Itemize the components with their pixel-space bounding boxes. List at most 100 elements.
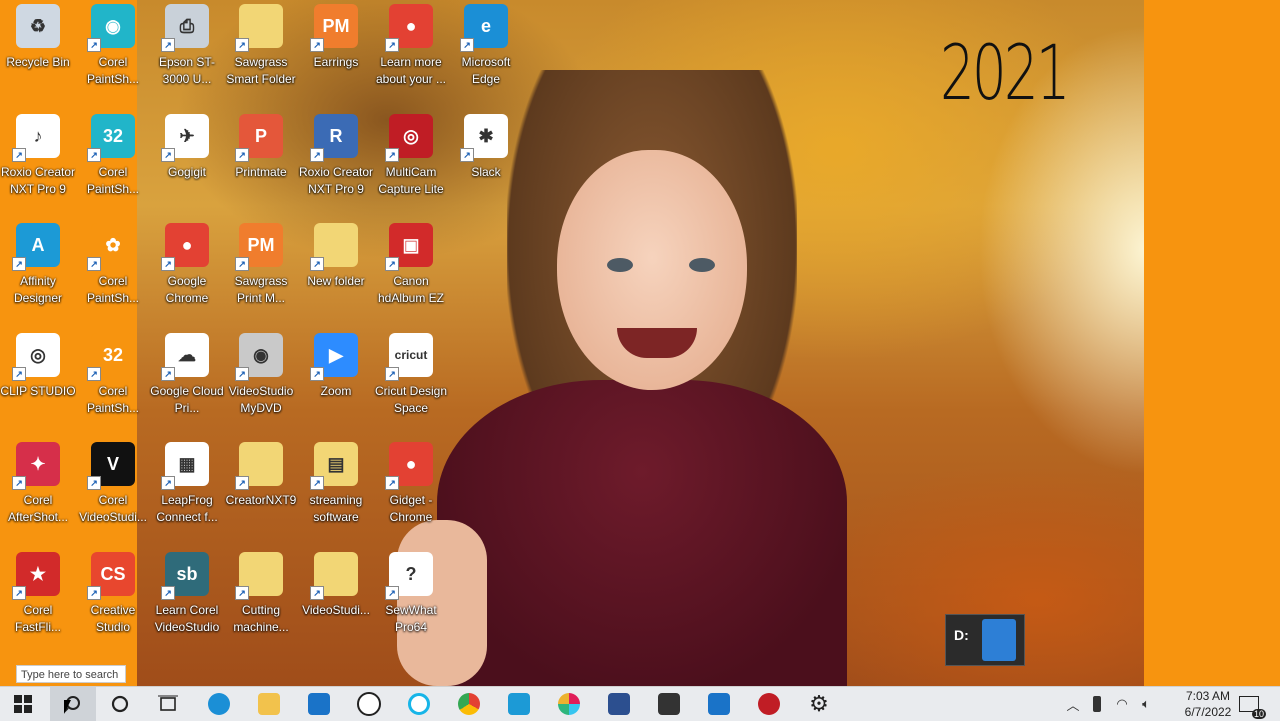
corel-paintshop-4-glyph: 32	[102, 344, 124, 365]
desktop-icon-gidget-chrome[interactable]: ● ↗ Gidget - Chrome	[373, 438, 449, 526]
desktop-icon-earrings[interactable]: PM ↗ Earrings	[298, 0, 374, 71]
taskbar-clapper[interactable]	[646, 687, 692, 721]
desktop-icon-sewwhat[interactable]: ? ↗ SewWhat Pro64	[373, 548, 449, 636]
desktop-icon-cutting-machine[interactable]: ↗ Cutting machine...	[223, 548, 299, 636]
desktop-icon-label: Recycle Bin	[6, 55, 70, 69]
shortcut-arrow-icon: ↗	[87, 586, 101, 600]
tray-usb[interactable]	[1086, 687, 1108, 721]
corel-fastflick-icon: ★ ↗	[12, 552, 60, 600]
desktop-icon-leapfrog[interactable]: ▦ ↗ LeapFrog Connect f...	[149, 438, 225, 526]
google-chrome-icon: ● ↗	[161, 223, 209, 271]
shortcut-arrow-icon: ↗	[460, 148, 474, 162]
desktop-icon-videostudio-mydvd[interactable]: ◉ ↗ VideoStudio MyDVD	[223, 329, 299, 417]
desktop-icon-label: Gidget - Chrome	[389, 493, 433, 524]
taskbar-affinity[interactable]	[496, 687, 542, 721]
desktop-icon-videostudio-folder[interactable]: ↗ VideoStudi...	[298, 548, 374, 619]
shortcut-arrow-icon: ↗	[385, 367, 399, 381]
desktop-icon-affinity-designer[interactable]: A ↗ Affinity Designer	[0, 219, 76, 307]
desktop-icon-streaming-software[interactable]: ▤ ↗ streaming software	[298, 438, 374, 526]
desktop-icon-multicam[interactable]: ◎ ↗ MultiCam Capture Lite	[373, 110, 449, 198]
corel-aftershot-icon: ✦ ↗	[12, 442, 60, 490]
desktop-icon-corel-paintshop-3[interactable]: ✿ ↗ Corel PaintSh...	[75, 219, 151, 307]
desktop-icon-corel-paintshop-1[interactable]: ◉ ↗ Corel PaintSh...	[75, 0, 151, 88]
google-cloud-print-icon: ☁ ↗	[161, 333, 209, 381]
desktop-icon-corel-aftershot[interactable]: ✦ ↗ Corel AfterShot...	[0, 438, 76, 526]
desktop-icon-corel-videostudio[interactable]: V ↗ Corel VideoStudi...	[75, 438, 151, 526]
cortana-button[interactable]	[97, 687, 143, 721]
shortcut-arrow-icon: ↗	[310, 476, 324, 490]
streaming-software-icon: ▤ ↗	[310, 442, 358, 490]
desktop-icon-sawgrass-smart-folder[interactable]: ↗ Sawgrass Smart Folder	[223, 0, 299, 88]
roxio-creator-2-glyph: R	[329, 125, 343, 146]
desktop-icon-corel-fastflick[interactable]: ★ ↗ Corel FastFli...	[0, 548, 76, 636]
chrome-icon	[458, 693, 480, 715]
desktop-icon-label: Slack	[471, 165, 501, 179]
desktop-icon-zoom[interactable]: ▶ ↗ Zoom	[298, 329, 374, 400]
desktop-icon-label: Corel AfterShot...	[7, 493, 69, 524]
wallpaper-eye-left	[607, 258, 633, 272]
desktop-icon-corel-paintshop-2[interactable]: 32 ↗ Corel PaintSh...	[75, 110, 151, 198]
shortcut-arrow-icon: ↗	[385, 586, 399, 600]
desktop-icon-corel-paintshop-4[interactable]: 32 ↗ Corel PaintSh...	[75, 329, 151, 417]
sewwhat-icon: ? ↗	[385, 552, 433, 600]
taskbar-videostudio[interactable]	[696, 687, 742, 721]
taskbar-alexa[interactable]	[396, 687, 442, 721]
google-chrome-glyph: ●	[181, 234, 193, 255]
start-button[interactable]	[0, 687, 46, 721]
desktop-icon-label: Zoom	[320, 384, 352, 398]
search-button[interactable]	[50, 687, 96, 721]
taskbar-mail[interactable]	[296, 687, 342, 721]
gogigit-glyph: ✈	[179, 125, 195, 146]
taskbar-dell[interactable]	[346, 687, 392, 721]
desktop-icon-microsoft-edge[interactable]: e ↗ Microsoft Edge	[448, 0, 524, 88]
edge-icon	[208, 693, 230, 715]
show-hidden-icons[interactable]: ︿	[1062, 687, 1084, 721]
corel-paintshop-1-icon: ◉ ↗	[87, 4, 135, 52]
notification-icon: 10	[1239, 696, 1266, 719]
tray-wifi[interactable]: ◠	[1110, 687, 1134, 721]
desktop-icon-epson[interactable]: ⎙ ↗ Epson ST-3000 U...	[149, 0, 225, 88]
shortcut-arrow-icon: ↗	[12, 148, 26, 162]
wallpaper-eye-right	[689, 258, 715, 272]
shortcut-arrow-icon: ↗	[161, 38, 175, 52]
clip-studio-icon: ◎ ↗	[12, 333, 60, 381]
desktop-icon-learn-more[interactable]: ● ↗ Learn more about your ...	[373, 0, 449, 88]
task-view-button[interactable]	[145, 687, 191, 721]
taskbar-file-explorer[interactable]	[246, 687, 292, 721]
desktop-icon-roxio-creator-2[interactable]: R ↗ Roxio Creator NXT Pro 9	[298, 110, 374, 198]
desktop-icon-canon-hdalbum[interactable]: ▣ ↗ Canon hdAlbum EZ	[373, 219, 449, 307]
taskbar-roxio[interactable]	[596, 687, 642, 721]
desktop-icon-google-chrome[interactable]: ● ↗ Google Chrome	[149, 219, 225, 307]
taskbar-multicam[interactable]	[746, 687, 792, 721]
desktop-icon-recycle-bin[interactable]: ♻ Recycle Bin	[0, 0, 76, 71]
taskbar-edge[interactable]	[196, 687, 242, 721]
desktop-icon-google-cloud-print[interactable]: ☁ ↗ Google Cloud Pri...	[149, 329, 225, 417]
desktop-icon-label: New folder	[307, 274, 365, 288]
desktop-icon-sawgrass-print[interactable]: PM ↗ Sawgrass Print M...	[223, 219, 299, 307]
taskbar-chrome[interactable]	[446, 687, 492, 721]
desktop-icon-clip-studio[interactable]: ◎ ↗ CLIP STUDIO	[0, 329, 76, 400]
desktop-icon-slack[interactable]: ✱ ↗ Slack	[448, 110, 524, 181]
desktop-icon-label: VideoStudi...	[302, 603, 370, 617]
desktop-icon-new-folder[interactable]: ↗ New folder	[298, 219, 374, 290]
shortcut-arrow-icon: ↗	[235, 367, 249, 381]
shortcut-arrow-icon: ↗	[385, 476, 399, 490]
desktop-icon-printmate[interactable]: P ↗ Printmate	[223, 110, 299, 181]
taskbar-settings[interactable]: ⚙	[796, 687, 842, 721]
desktop-icon-learn-corel-videostudio[interactable]: sb ↗ Learn Corel VideoStudio	[149, 548, 225, 636]
affinity-designer-icon: A ↗	[12, 223, 60, 271]
drive-notification[interactable]: D:	[945, 614, 1025, 666]
gidget-chrome-icon: ● ↗	[385, 442, 433, 490]
desktop-icon-gogigit[interactable]: ✈ ↗ Gogigit	[149, 110, 225, 181]
desktop-icon-label: Corel PaintSh...	[86, 274, 140, 305]
desktop-icon-creative-studio[interactable]: CS ↗ Creative Studio	[75, 548, 151, 636]
epson-glyph: ⎙	[179, 15, 195, 36]
tray-volume[interactable]: 🔈︎	[1134, 687, 1158, 721]
desktop-icon-cricut[interactable]: cricut ↗ Cricut Design Space	[373, 329, 449, 417]
desktop-icon-roxio-creator-1[interactable]: ♪ ↗ Roxio Creator NXT Pro 9	[0, 110, 76, 198]
desktop-icon-label: Creative Studio	[90, 603, 136, 634]
action-center[interactable]: 10	[1234, 687, 1266, 721]
desktop-icon-creatornxt9[interactable]: ↗ CreatorNXT9	[223, 438, 299, 509]
desktop-icon-label: MultiCam Capture Lite	[378, 165, 444, 196]
taskbar-slack[interactable]	[546, 687, 592, 721]
